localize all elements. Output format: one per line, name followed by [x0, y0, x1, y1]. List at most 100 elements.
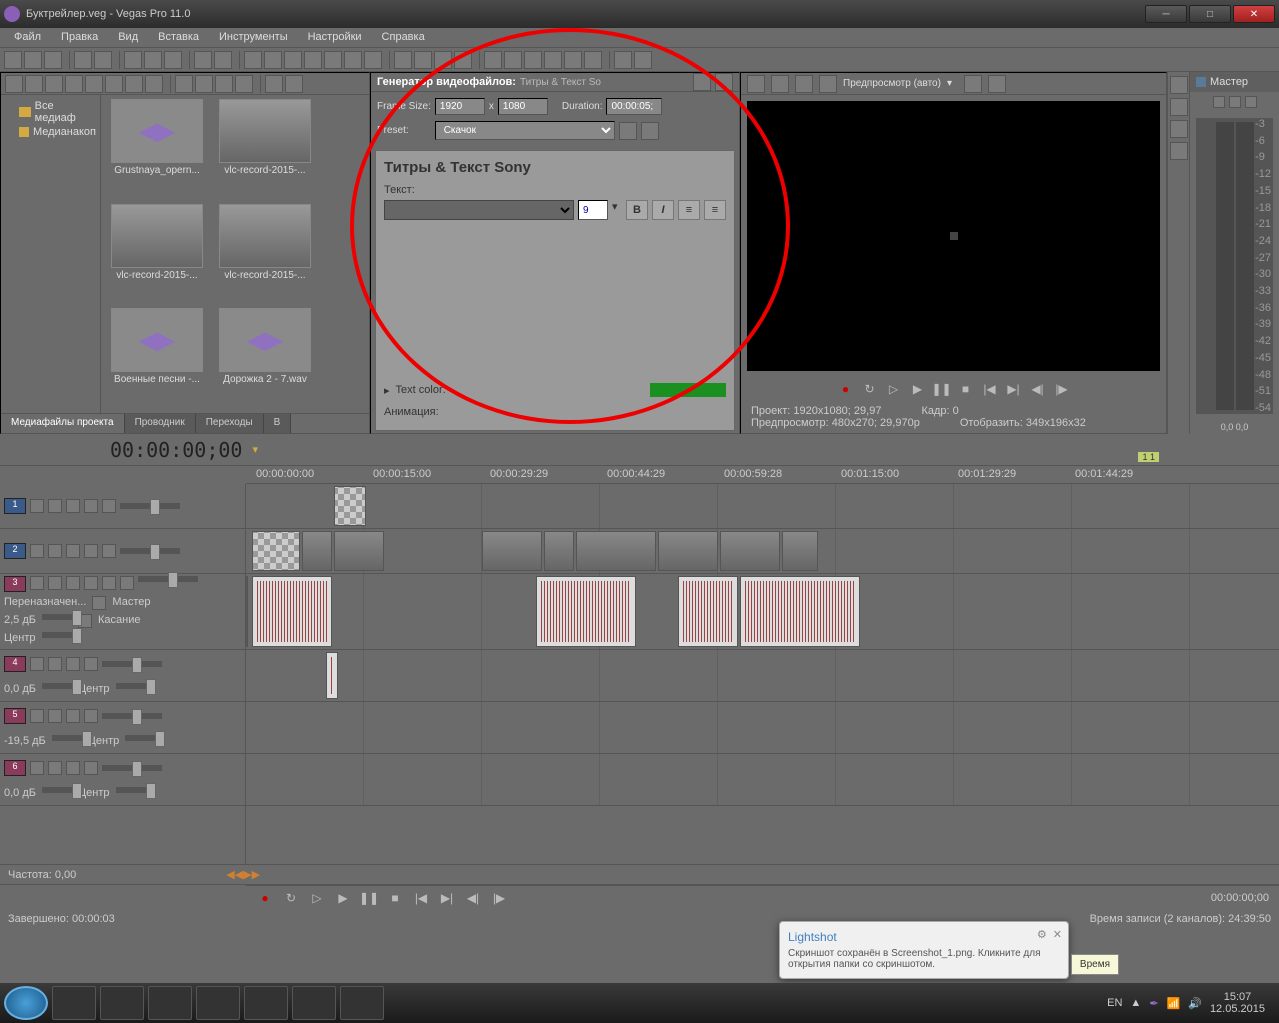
media-item[interactable]: vlc-record-2015-... — [213, 204, 317, 294]
menu-file[interactable]: Файл — [4, 28, 51, 47]
track-lane-5[interactable] — [246, 702, 1279, 754]
toolbar-autocross-icon[interactable] — [284, 51, 302, 69]
align-center-icon[interactable]: ≡ — [704, 200, 726, 220]
maximize-button[interactable]: □ — [1189, 5, 1231, 23]
toolbar-snap-icon[interactable] — [244, 51, 262, 69]
master-fx-icon[interactable] — [1213, 96, 1225, 108]
toolbar-undo-icon[interactable] — [194, 51, 212, 69]
tray-time[interactable]: 15:07 — [1210, 991, 1265, 1003]
track-opacity-slider[interactable] — [120, 548, 180, 554]
track-auto-icon[interactable] — [84, 544, 98, 558]
track-header-3[interactable]: 3 Переназначен... Мастер 2,5 дБ — [0, 574, 245, 650]
timeline-play-button[interactable]: ▶ — [334, 889, 352, 907]
toolbar-redo-icon[interactable] — [214, 51, 232, 69]
start-button[interactable] — [4, 986, 48, 1020]
media-search-icon[interactable] — [285, 75, 303, 93]
media-tree[interactable]: Все медиаф Медианакоп — [1, 95, 101, 413]
track-mute-icon[interactable] — [48, 544, 62, 558]
toolbar-select-icon[interactable] — [434, 51, 452, 69]
timeline-pause-button[interactable]: ❚❚ — [360, 889, 378, 907]
track-motion-icon[interactable] — [102, 499, 116, 513]
media-replace-icon[interactable] — [145, 75, 163, 93]
preview-split-icon[interactable] — [747, 75, 765, 93]
track-mute-icon[interactable] — [66, 761, 80, 775]
track-fx-icon[interactable] — [84, 657, 98, 671]
track-solo-icon[interactable] — [30, 544, 44, 558]
preview-fx-icon[interactable] — [795, 75, 813, 93]
media-item[interactable]: vlc-record-2015-... — [105, 204, 209, 294]
lightshot-settings-icon[interactable]: ⚙ — [1037, 928, 1047, 941]
lightshot-close-icon[interactable]: ✕ — [1053, 928, 1062, 941]
preview-mode-label[interactable]: Предпросмотр (авто) — [843, 78, 941, 89]
track-solo-icon[interactable] — [48, 761, 62, 775]
timeline-loop-button[interactable]: ↻ — [282, 889, 300, 907]
track-auto-icon[interactable] — [84, 499, 98, 513]
toolbar-paste-icon[interactable] — [164, 51, 182, 69]
track-lane-3[interactable] — [246, 574, 1279, 650]
track-fx-icon[interactable] — [84, 761, 98, 775]
toolbar-misc6-icon[interactable] — [584, 51, 602, 69]
tray-volume-icon[interactable]: 🔊 — [1188, 997, 1202, 1010]
frame-width-input[interactable] — [435, 98, 485, 115]
track-lane-6[interactable] — [246, 754, 1279, 806]
track-solo-icon[interactable] — [48, 576, 62, 590]
track-volume-slider[interactable] — [102, 713, 162, 719]
toolbar-misc1-icon[interactable] — [484, 51, 502, 69]
track-lane-1[interactable] — [246, 484, 1279, 529]
timeline-goto-end-button[interactable]: ▶| — [438, 889, 456, 907]
master-auto-icon[interactable] — [1245, 96, 1257, 108]
master-mute-icon[interactable] — [1229, 96, 1241, 108]
region-marker[interactable]: 1 1 — [1138, 452, 1159, 462]
toolbar-save-icon[interactable] — [44, 51, 62, 69]
audio-clip[interactable] — [252, 576, 332, 647]
tray-lightshot-icon[interactable]: ✒ — [1149, 997, 1158, 1010]
track-header-1[interactable]: 1 — [0, 484, 245, 529]
font-size-input[interactable] — [578, 200, 608, 220]
video-clip[interactable] — [482, 531, 542, 571]
master-bus-icon[interactable] — [92, 596, 106, 610]
track-header-4[interactable]: 4 0,0 дБ Центр — [0, 650, 245, 702]
menu-edit[interactable]: Правка — [51, 28, 108, 47]
media-remove-icon[interactable] — [125, 75, 143, 93]
toolbar-quickfade-icon[interactable] — [324, 51, 342, 69]
media-loop-icon[interactable] — [195, 75, 213, 93]
play-start-button[interactable]: ▷ — [885, 380, 903, 398]
track-header-6[interactable]: 6 0,0 дБ Центр — [0, 754, 245, 806]
toolbar-misc2-icon[interactable] — [504, 51, 522, 69]
track-center-slider[interactable] — [42, 632, 82, 638]
timeline-record-button[interactable]: ● — [256, 889, 274, 907]
media-capture-icon[interactable] — [45, 75, 63, 93]
tray-network-icon[interactable]: 📶 — [1167, 997, 1181, 1010]
audio-clip[interactable] — [326, 652, 338, 699]
media-explore-icon[interactable] — [5, 75, 23, 93]
play-button[interactable]: ▶ — [909, 380, 927, 398]
track-header-2[interactable]: 2 — [0, 529, 245, 574]
preview-overlay-icon[interactable] — [964, 75, 982, 93]
video-clip[interactable] — [302, 531, 332, 571]
track-fx-icon[interactable] — [66, 544, 80, 558]
media-tag-icon[interactable] — [265, 75, 283, 93]
toolbar-ripple-icon[interactable] — [264, 51, 282, 69]
timecode-display[interactable]: 00:00:00;00 — [110, 438, 242, 462]
task-app1-icon[interactable] — [100, 986, 144, 1020]
track-phase-icon[interactable] — [102, 576, 116, 590]
track-arm-icon[interactable] — [30, 709, 44, 723]
menu-tools[interactable]: Инструменты — [209, 28, 298, 47]
timeline-prev-frame-button[interactable]: ◀| — [464, 889, 482, 907]
track-solo-icon[interactable] — [30, 499, 44, 513]
system-tray[interactable]: EN ▲ ✒ 📶 🔊 15:07 12.05.2015 — [1097, 991, 1275, 1015]
tray-up-icon[interactable]: ▲ — [1130, 997, 1141, 1009]
task-app2-icon[interactable] — [148, 986, 192, 1020]
tray-lang[interactable]: EN — [1107, 997, 1122, 1009]
toolbar-marker-icon[interactable] — [344, 51, 362, 69]
track-pan-slider[interactable] — [42, 614, 72, 620]
media-item[interactable]: ◀▶Военные песни -... — [105, 308, 209, 398]
vt-goto-end-icon[interactable] — [1170, 142, 1188, 160]
track-mute-icon[interactable] — [66, 576, 80, 590]
font-family-select[interactable] — [384, 200, 574, 220]
prev-frame-button[interactable]: ◀| — [1029, 380, 1047, 398]
timeline-stop-button[interactable]: ■ — [386, 889, 404, 907]
video-clip[interactable] — [544, 531, 574, 571]
media-play-icon[interactable] — [215, 75, 233, 93]
video-clip[interactable] — [252, 531, 300, 571]
